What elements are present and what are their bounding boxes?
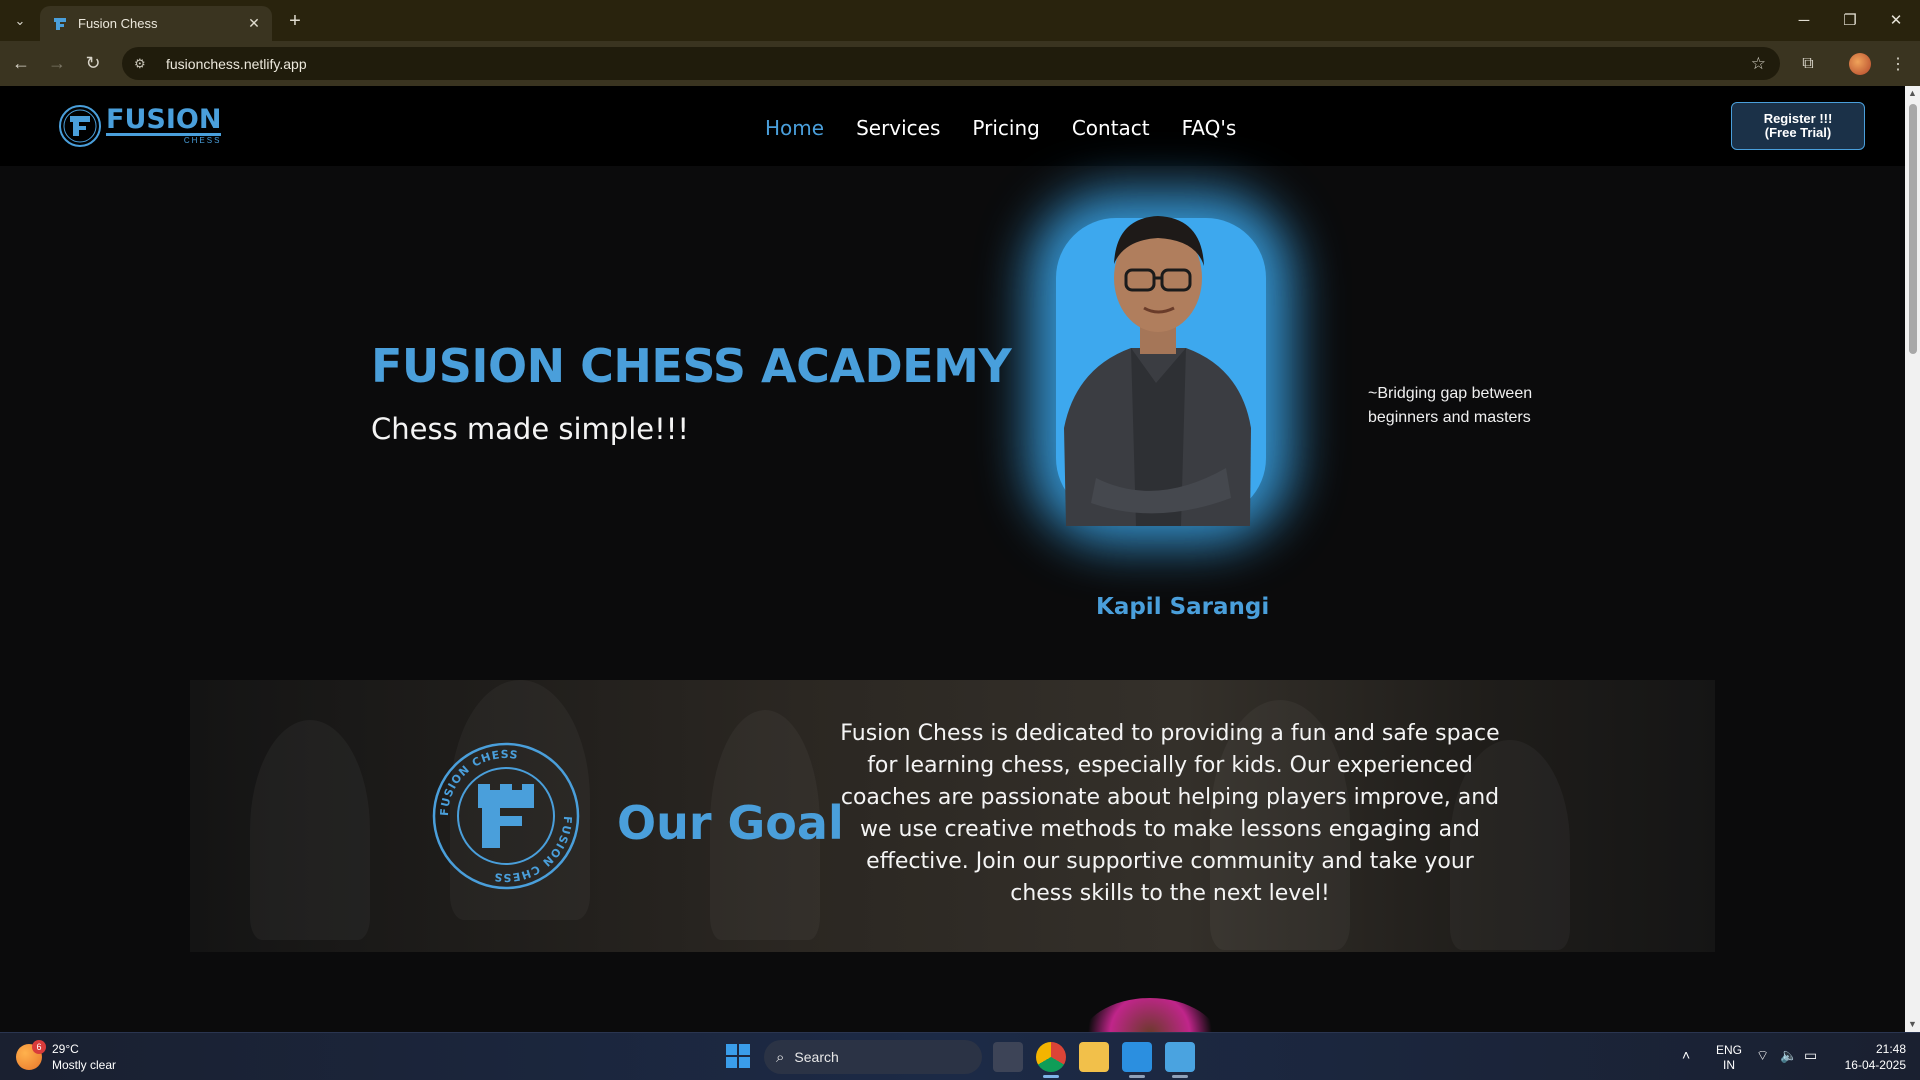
forward-button[interactable]: →	[44, 50, 70, 76]
clock[interactable]: 21:48 16-04-2025	[1836, 1041, 1906, 1073]
back-button[interactable]: ←	[8, 50, 34, 76]
logo-wordmark: FUSION	[106, 104, 222, 135]
address-bar[interactable]: ⚙ fusionchess.netlify.app ☆	[122, 47, 1780, 80]
puzzle-icon: ⧉	[1802, 55, 1814, 72]
tab-title: Fusion Chess	[78, 16, 158, 31]
weather-moon-icon: 6	[16, 1040, 46, 1070]
site-logo[interactable]: FUSION CHESS	[58, 104, 222, 148]
register-free-trial-button[interactable]: Register !!! (Free Trial)	[1731, 102, 1865, 150]
coach-name: Kapil Sarangi	[1096, 594, 1270, 620]
fusion-favicon-icon	[54, 17, 66, 30]
taskbar-search[interactable]: ⌕ Search	[764, 1040, 982, 1074]
language-indicator[interactable]: ENG IN	[1716, 1043, 1742, 1073]
page-viewport: FUSION CHESS Home Services Pricing Conta…	[0, 86, 1905, 1032]
goal-description: Fusion Chess is dedicated to providing a…	[840, 721, 1500, 906]
scroll-up-icon[interactable]: ▲	[1907, 88, 1918, 99]
our-goal-section: FUSION CHESS FUSION CHESS Our Goal Fusio…	[190, 680, 1715, 952]
main-nav: Home Services Pricing Contact FAQ's	[765, 116, 1236, 140]
weather-widget[interactable]: 6 29°C Mostly clear	[16, 1040, 117, 1073]
scrollbar-thumb[interactable]	[1909, 104, 1917, 354]
chrome-taskbar-icon[interactable]	[1036, 1042, 1066, 1072]
plus-icon: +	[289, 9, 301, 32]
page-scrollbar[interactable]: ▲ ▼	[1905, 86, 1920, 1032]
nav-home[interactable]: Home	[765, 116, 824, 140]
next-section-portrait	[1080, 998, 1220, 1032]
reload-icon: ↻	[85, 52, 101, 73]
close-window-button[interactable]: ✕	[1876, 8, 1916, 32]
weather-badge: 6	[32, 1040, 46, 1054]
start-button[interactable]	[726, 1044, 750, 1068]
extensions-button[interactable]: ⧉	[1794, 50, 1822, 78]
battery-icon[interactable]: ▭	[1804, 1047, 1817, 1064]
free-trial-label: (Free Trial)	[1764, 125, 1832, 140]
nav-services[interactable]: Services	[856, 116, 940, 140]
restore-button[interactable]: ❐	[1830, 8, 1870, 32]
kebab-menu-icon: ⋮	[1890, 56, 1906, 73]
nav-pricing[interactable]: Pricing	[972, 116, 1039, 140]
arrow-left-icon: ←	[12, 52, 30, 73]
weather-condition: Mostly clear	[52, 1058, 117, 1072]
register-label: Register !!!	[1763, 111, 1833, 126]
coach-photo-image	[1064, 216, 1251, 526]
url-text[interactable]: fusionchess.netlify.app	[166, 56, 1751, 72]
reload-button[interactable]: ↻	[80, 50, 106, 76]
vscode-icon[interactable]	[1122, 1042, 1152, 1072]
fusion-chess-emblem-icon: FUSION CHESS FUSION CHESS	[432, 742, 580, 890]
volume-icon[interactable]: 🔈	[1780, 1047, 1797, 1064]
browser-titlebar: ⌄ Fusion Chess ✕ + ─ ❐ ✕	[0, 0, 1920, 41]
language-code: ENG	[1716, 1043, 1743, 1057]
nav-contact[interactable]: Contact	[1072, 116, 1150, 140]
search-icon: ⌕	[776, 1048, 785, 1066]
taskbar-search-label: Search	[794, 1049, 839, 1065]
nav-faqs[interactable]: FAQ's	[1182, 116, 1237, 140]
bookmark-star-icon[interactable]: ☆	[1751, 54, 1766, 74]
logo-subtext: CHESS	[106, 133, 222, 145]
goal-title: Our Goal	[617, 796, 844, 850]
arrow-right-icon: →	[48, 52, 66, 73]
notepad-icon[interactable]	[1165, 1042, 1195, 1072]
file-explorer-icon[interactable]	[1079, 1042, 1109, 1072]
browser-tab[interactable]: Fusion Chess ✕	[40, 6, 272, 41]
browser-toolbar: ← → ↻ ⚙ fusionchess.netlify.app ☆ ⧉ ⋮	[0, 41, 1920, 86]
hero-subtitle: Chess made simple!!!	[371, 412, 689, 446]
tab-close-icon[interactable]: ✕	[242, 15, 266, 32]
wifi-icon[interactable]: ⌔	[1756, 1047, 1769, 1065]
profile-avatar[interactable]	[1849, 53, 1871, 75]
scroll-down-icon[interactable]: ▼	[1907, 1019, 1918, 1030]
site-info-icon[interactable]: ⚙	[134, 56, 156, 72]
hero-title: FUSION CHESS ACADEMY	[371, 339, 1012, 393]
tray-overflow-chevron-icon[interactable]: ˄	[1682, 1047, 1690, 1063]
weather-temperature: 29°C	[52, 1042, 79, 1056]
browser-menu-button[interactable]: ⋮	[1884, 50, 1912, 78]
clock-time: 21:48	[1875, 1042, 1906, 1056]
region-code: IN	[1723, 1058, 1735, 1072]
chevron-down-icon: ⌄	[14, 13, 26, 28]
minimize-button[interactable]: ─	[1784, 8, 1824, 32]
tab-list-button[interactable]: ⌄	[6, 9, 34, 33]
hero-quote: ~Bridging gap between beginners and mast…	[1368, 385, 1533, 426]
coach-portrait	[1036, 178, 1276, 526]
clock-date: 16-04-2025	[1844, 1058, 1906, 1072]
windows-taskbar: 6 29°C Mostly clear ⌕ Search ˄ ENG IN ⌔ …	[0, 1032, 1920, 1080]
new-tab-button[interactable]: +	[282, 8, 308, 34]
logo-emblem-icon	[59, 105, 101, 147]
task-view-icon[interactable]	[993, 1042, 1023, 1072]
site-header: FUSION CHESS Home Services Pricing Conta…	[0, 86, 1905, 166]
